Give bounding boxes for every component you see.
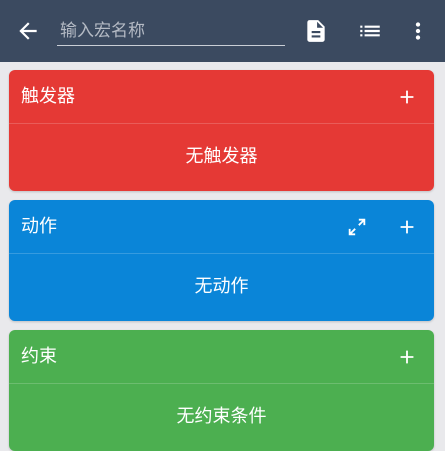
expand-icon[interactable] xyxy=(346,216,368,238)
constraints-body[interactable]: 无约束条件 xyxy=(9,384,434,450)
plus-icon[interactable] xyxy=(396,86,418,108)
constraints-empty-text: 无约束条件 xyxy=(176,406,267,427)
more-vertical-icon[interactable] xyxy=(405,18,431,44)
triggers-card: 触发器 无触发器 xyxy=(9,70,434,191)
actions-header[interactable]: 动作 xyxy=(9,200,434,254)
actions-empty-text: 无动作 xyxy=(194,276,249,297)
list-icon[interactable] xyxy=(357,18,383,44)
triggers-title: 触发器 xyxy=(21,86,75,107)
constraints-header[interactable]: 约束 xyxy=(9,330,434,384)
constraints-card: 约束 无约束条件 xyxy=(9,330,434,451)
actions-card: 动作 无动作 xyxy=(9,200,434,321)
actions-title: 动作 xyxy=(21,216,57,237)
macro-name-input[interactable] xyxy=(57,16,285,46)
triggers-body[interactable]: 无触发器 xyxy=(9,124,434,190)
constraints-title: 约束 xyxy=(21,346,57,367)
triggers-header[interactable]: 触发器 xyxy=(9,70,434,124)
arrow-left-icon[interactable] xyxy=(15,18,41,44)
plus-icon[interactable] xyxy=(396,216,418,238)
top-app-bar xyxy=(0,0,445,62)
actions-body[interactable]: 无动作 xyxy=(9,254,434,320)
document-icon[interactable] xyxy=(303,18,329,44)
triggers-empty-text: 无触发器 xyxy=(185,146,258,167)
plus-icon[interactable] xyxy=(396,346,418,368)
